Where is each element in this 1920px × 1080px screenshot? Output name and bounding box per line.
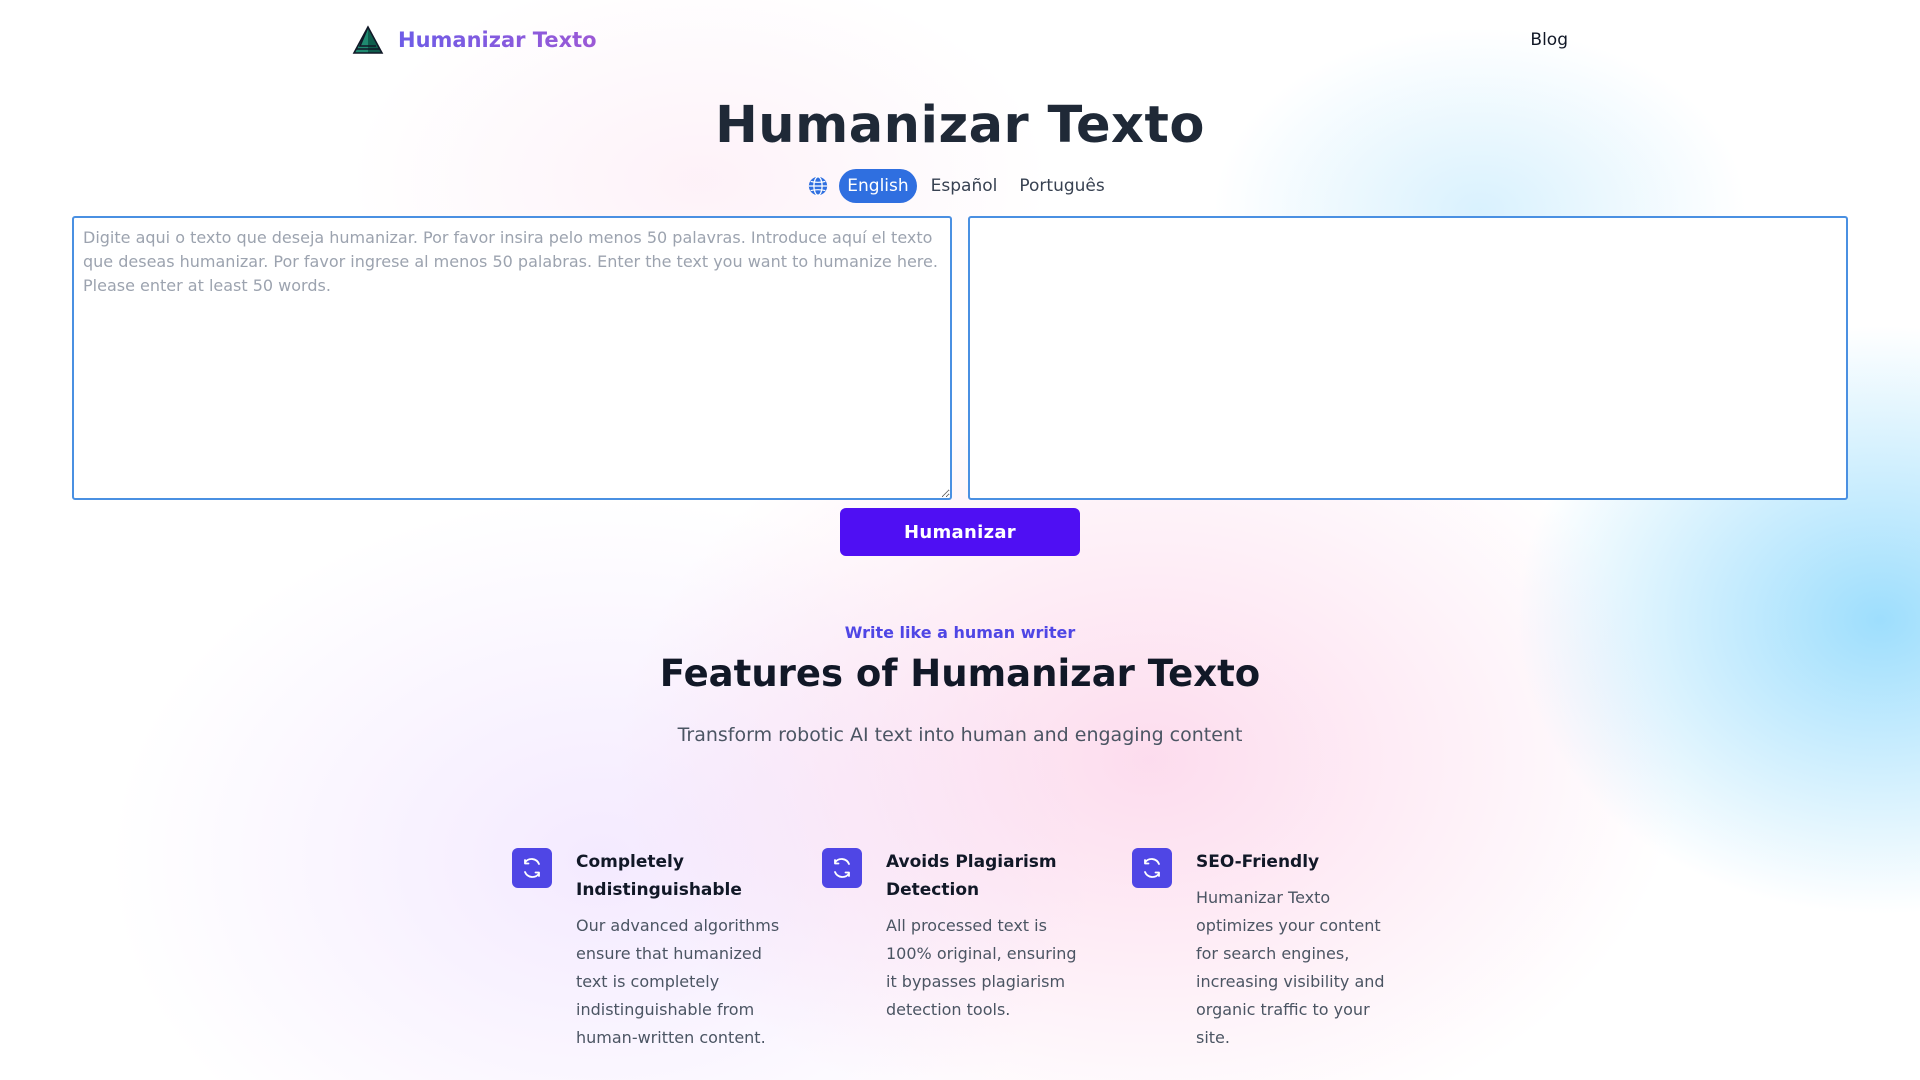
language-espanol-button[interactable]: Español [923,169,1006,203]
page-title: Humanizar Texto [715,96,1205,155]
brand-name: Humanizar Texto [398,28,597,52]
features-subtitle: Transform robotic AI text into human and… [677,724,1243,746]
feature-description: All processed text is 100% original, ens… [886,916,1077,1019]
refresh-icon [512,848,552,888]
features-title: Features of Humanizar Texto [659,652,1261,695]
language-english-button[interactable]: English [839,169,917,203]
humanize-button[interactable]: Humanizar [840,508,1080,556]
output-text-area[interactable] [968,216,1848,500]
feature-description: Our advanced algorithms ensure that huma… [576,916,780,1047]
feature-title: SEO-Friendly [1196,852,1320,872]
feature-title: Avoids Plagiarism Detection [886,852,1057,900]
nav-blog-link[interactable]: Blog [1530,30,1568,50]
editor-panels [72,216,1848,500]
feature-card: SEO-Friendly Humanizar Texto optimizes y… [1132,848,1402,1052]
features-eyebrow: Write like a human writer [844,623,1076,642]
globe-icon [809,176,828,196]
refresh-icon [1132,848,1172,888]
refresh-icon [822,848,862,888]
brand-link[interactable]: Humanizar Texto [352,24,597,56]
feature-description: Humanizar Texto optimizes your content f… [1196,888,1385,1047]
feature-card: Avoids Plagiarism Detection All processe… [822,848,1092,1052]
language-portugues-button[interactable]: Português [1011,169,1112,203]
features-grid: Completely Indistinguishable Our advance… [512,848,1512,1052]
pyramid-logo-icon [352,25,384,54]
site-header: Humanizar Texto Blog [352,22,1568,58]
input-text-area[interactable] [72,216,952,500]
language-switcher: English Español Português [0,169,1920,203]
feature-title: Completely Indistinguishable [576,852,742,900]
feature-card: Completely Indistinguishable Our advance… [512,848,782,1052]
